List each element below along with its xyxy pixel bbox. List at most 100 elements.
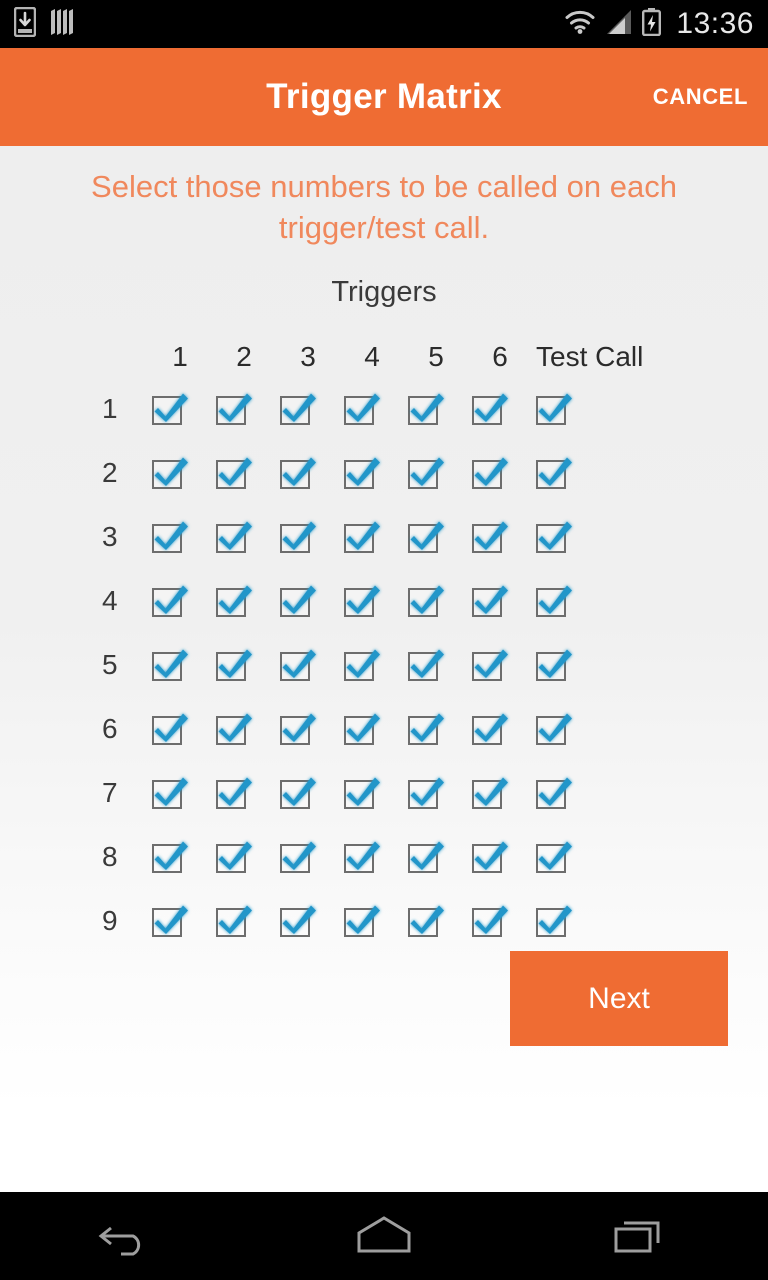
checkbox-row3-col3[interactable] [280, 521, 316, 554]
matrix-cell[interactable] [532, 585, 596, 618]
matrix-cell[interactable] [276, 649, 340, 682]
checkbox-row4-col4[interactable] [344, 585, 380, 618]
matrix-cell[interactable] [532, 393, 596, 426]
matrix-cell[interactable] [212, 841, 276, 874]
checkbox-row9-col5[interactable] [408, 905, 444, 938]
checkbox-row2-col3[interactable] [280, 457, 316, 490]
checkbox-row8-col2[interactable] [216, 841, 252, 874]
checkbox-row5-col1[interactable] [152, 649, 188, 682]
checkbox-row9-col3[interactable] [280, 905, 316, 938]
checkbox-row8-col6[interactable] [472, 841, 508, 874]
matrix-cell[interactable] [404, 521, 468, 554]
checkbox-row1-col3[interactable] [280, 393, 316, 426]
matrix-cell[interactable] [404, 713, 468, 746]
checkbox-row7-col5[interactable] [408, 777, 444, 810]
checkbox-row2-col5[interactable] [408, 457, 444, 490]
checkbox-row6-col6[interactable] [472, 713, 508, 746]
matrix-cell[interactable] [276, 393, 340, 426]
checkbox-row8-col4[interactable] [344, 841, 380, 874]
matrix-cell[interactable] [468, 393, 532, 426]
matrix-cell[interactable] [340, 649, 404, 682]
checkbox-row6-col5[interactable] [408, 713, 444, 746]
checkbox-row1-col7[interactable] [536, 393, 572, 426]
checkbox-row3-col6[interactable] [472, 521, 508, 554]
matrix-cell[interactable] [340, 713, 404, 746]
matrix-cell[interactable] [532, 521, 596, 554]
matrix-cell[interactable] [340, 393, 404, 426]
checkbox-row4-col1[interactable] [152, 585, 188, 618]
checkbox-row4-col2[interactable] [216, 585, 252, 618]
matrix-cell[interactable] [148, 649, 212, 682]
checkbox-row3-col4[interactable] [344, 521, 380, 554]
matrix-cell[interactable] [276, 457, 340, 490]
checkbox-row7-col1[interactable] [152, 777, 188, 810]
checkbox-row9-col2[interactable] [216, 905, 252, 938]
matrix-cell[interactable] [404, 777, 468, 810]
next-button[interactable]: Next [510, 951, 728, 1046]
checkbox-row4-col6[interactable] [472, 585, 508, 618]
matrix-cell[interactable] [468, 777, 532, 810]
checkbox-row8-col7[interactable] [536, 841, 572, 874]
checkbox-row7-col7[interactable] [536, 777, 572, 810]
checkbox-row5-col6[interactable] [472, 649, 508, 682]
checkbox-row4-col5[interactable] [408, 585, 444, 618]
matrix-cell[interactable] [212, 585, 276, 618]
matrix-cell[interactable] [468, 841, 532, 874]
matrix-cell[interactable] [148, 457, 212, 490]
checkbox-row9-col7[interactable] [536, 905, 572, 938]
checkbox-row5-col3[interactable] [280, 649, 316, 682]
matrix-cell[interactable] [212, 457, 276, 490]
matrix-cell[interactable] [468, 457, 532, 490]
matrix-cell[interactable] [148, 585, 212, 618]
matrix-cell[interactable] [276, 585, 340, 618]
matrix-cell[interactable] [212, 777, 276, 810]
checkbox-row6-col1[interactable] [152, 713, 188, 746]
matrix-cell[interactable] [532, 649, 596, 682]
back-icon[interactable] [58, 1192, 198, 1280]
matrix-cell[interactable] [212, 393, 276, 426]
checkbox-row6-col3[interactable] [280, 713, 316, 746]
matrix-cell[interactable] [532, 777, 596, 810]
matrix-cell[interactable] [468, 713, 532, 746]
matrix-cell[interactable] [276, 777, 340, 810]
checkbox-row7-col3[interactable] [280, 777, 316, 810]
matrix-cell[interactable] [212, 713, 276, 746]
matrix-cell[interactable] [468, 905, 532, 938]
matrix-cell[interactable] [212, 905, 276, 938]
checkbox-row2-col1[interactable] [152, 457, 188, 490]
checkbox-row8-col3[interactable] [280, 841, 316, 874]
checkbox-row5-col5[interactable] [408, 649, 444, 682]
matrix-cell[interactable] [404, 841, 468, 874]
matrix-cell[interactable] [340, 905, 404, 938]
matrix-cell[interactable] [340, 777, 404, 810]
checkbox-row6-col2[interactable] [216, 713, 252, 746]
checkbox-row5-col2[interactable] [216, 649, 252, 682]
matrix-cell[interactable] [148, 521, 212, 554]
checkbox-row9-col1[interactable] [152, 905, 188, 938]
matrix-cell[interactable] [212, 649, 276, 682]
checkbox-row7-col4[interactable] [344, 777, 380, 810]
checkbox-row3-col1[interactable] [152, 521, 188, 554]
matrix-cell[interactable] [148, 713, 212, 746]
checkbox-row3-col7[interactable] [536, 521, 572, 554]
checkbox-row4-col7[interactable] [536, 585, 572, 618]
checkbox-row8-col5[interactable] [408, 841, 444, 874]
matrix-cell[interactable] [276, 521, 340, 554]
checkbox-row1-col4[interactable] [344, 393, 380, 426]
checkbox-row1-col5[interactable] [408, 393, 444, 426]
checkbox-row5-col4[interactable] [344, 649, 380, 682]
matrix-cell[interactable] [404, 393, 468, 426]
checkbox-row4-col3[interactable] [280, 585, 316, 618]
matrix-cell[interactable] [404, 585, 468, 618]
home-icon[interactable] [314, 1192, 454, 1280]
checkbox-row3-col2[interactable] [216, 521, 252, 554]
checkbox-row5-col7[interactable] [536, 649, 572, 682]
checkbox-row2-col4[interactable] [344, 457, 380, 490]
matrix-cell[interactable] [532, 713, 596, 746]
checkbox-row2-col2[interactable] [216, 457, 252, 490]
matrix-cell[interactable] [340, 841, 404, 874]
matrix-cell[interactable] [404, 905, 468, 938]
matrix-cell[interactable] [468, 585, 532, 618]
matrix-cell[interactable] [148, 393, 212, 426]
matrix-cell[interactable] [148, 841, 212, 874]
